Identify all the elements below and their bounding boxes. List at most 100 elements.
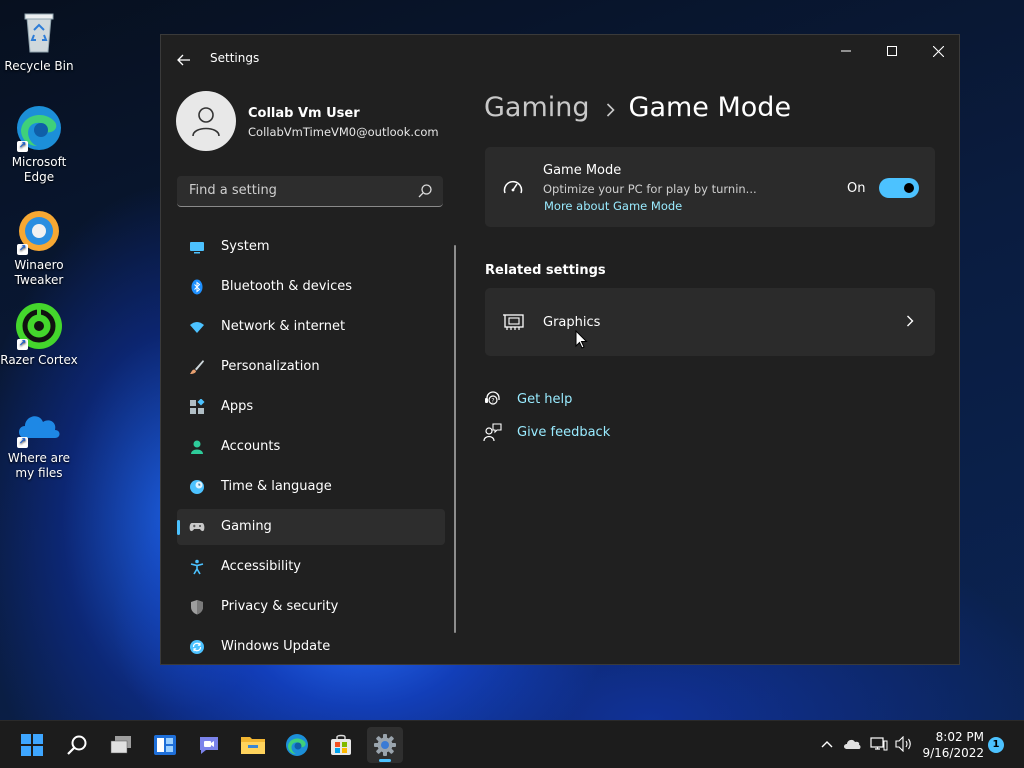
- show-hidden-icons-button[interactable]: [818, 735, 836, 753]
- speaker-icon: [895, 736, 911, 752]
- desktop-icon-razer-cortex[interactable]: ↗ Razer Cortex: [0, 302, 78, 368]
- desktop-icon-label: Winaero Tweaker: [14, 258, 64, 287]
- graphics-settings-card[interactable]: Graphics: [485, 288, 935, 356]
- globe-clock-icon: [190, 480, 204, 494]
- sidebar-nav: System Bluetooth & devices Network & int…: [177, 229, 445, 664]
- sidebar-item-privacy-security[interactable]: Privacy & security: [177, 589, 445, 625]
- sidebar-item-label: Windows Update: [221, 639, 331, 654]
- task-view-button[interactable]: [103, 727, 139, 763]
- onedrive-cloud-icon: ↗: [15, 400, 63, 448]
- taskbar-clock[interactable]: 8:02 PM 9/16/2022: [920, 729, 984, 761]
- close-icon: [932, 45, 944, 57]
- sidebar-item-label: Accounts: [221, 439, 281, 454]
- sidebar-item-apps[interactable]: Apps: [177, 389, 445, 425]
- get-help-link[interactable]: ? Get help: [483, 389, 572, 409]
- window-title: Settings: [210, 51, 260, 65]
- onedrive-tray-button[interactable]: [843, 735, 861, 753]
- breadcrumb-parent-gaming[interactable]: Gaming: [484, 92, 590, 123]
- game-mode-toggle[interactable]: [879, 178, 919, 198]
- start-button[interactable]: [14, 727, 50, 763]
- desktop-icon-label: Recycle Bin: [4, 59, 74, 73]
- store-bag-icon: [331, 734, 351, 755]
- sidebar-item-network[interactable]: Network & internet: [177, 309, 445, 345]
- chevron-up-icon: [821, 741, 833, 748]
- sidebar-item-label: Bluetooth & devices: [221, 279, 352, 294]
- sidebar-item-personalization[interactable]: Personalization: [177, 349, 445, 385]
- close-button[interactable]: [915, 35, 959, 67]
- avatar[interactable]: [176, 91, 236, 151]
- desktop-icon-label: Razer Cortex: [0, 353, 78, 367]
- sidebar-scrollbar[interactable]: [454, 245, 456, 633]
- sidebar-item-accessibility[interactable]: Accessibility: [177, 549, 445, 585]
- give-feedback-link[interactable]: Give feedback: [483, 422, 610, 442]
- desktop-icon-recycle-bin[interactable]: Recycle Bin: [0, 8, 78, 74]
- toggle-state-label: On: [847, 181, 866, 196]
- sidebar-item-label: Time & language: [221, 479, 332, 494]
- sidebar-item-label: Gaming: [221, 519, 272, 534]
- widgets-icon: [154, 735, 176, 755]
- volume-tray-button[interactable]: [895, 735, 913, 753]
- file-explorer-button[interactable]: [235, 727, 271, 763]
- breadcrumb: Gaming Game Mode: [484, 92, 791, 124]
- sidebar-item-bluetooth[interactable]: Bluetooth & devices: [177, 269, 445, 305]
- sidebar-item-system[interactable]: System: [177, 229, 445, 265]
- teams-chat-icon: [200, 737, 218, 754]
- search-box[interactable]: [177, 176, 443, 207]
- clock-date: 9/16/2022: [922, 746, 984, 760]
- title-bar[interactable]: Settings: [161, 35, 959, 83]
- settings-taskbar-button[interactable]: [367, 727, 403, 763]
- sidebar-item-windows-update[interactable]: Windows Update: [177, 629, 445, 664]
- widgets-button[interactable]: [147, 727, 183, 763]
- shortcut-arrow-icon: ↗: [17, 339, 28, 350]
- cloud-icon: [844, 739, 861, 749]
- sidebar-item-gaming[interactable]: Gaming: [177, 509, 445, 545]
- settings-window: Settings Collab Vm User CollabVmTimeVM0@…: [160, 34, 960, 665]
- notification-badge[interactable]: 1: [988, 737, 1004, 753]
- sidebar-item-time-language[interactable]: Time & language: [177, 469, 445, 505]
- chevron-right-icon: [907, 315, 914, 327]
- more-about-game-mode-link[interactable]: More about Game Mode: [544, 199, 682, 213]
- edge-button[interactable]: [279, 727, 315, 763]
- task-view-icon: [110, 736, 131, 754]
- network-monitor-icon: [870, 737, 888, 751]
- desktop-icon-onedrive[interactable]: ↗ Where are my files: [0, 400, 78, 481]
- winaero-tweaker-icon: ↗: [15, 207, 63, 255]
- back-button[interactable]: [171, 47, 197, 73]
- desktop-icon-edge[interactable]: ↗ Microsoft Edge: [0, 104, 78, 185]
- search-input[interactable]: [187, 182, 411, 199]
- store-button[interactable]: [323, 727, 359, 763]
- search-icon[interactable]: [417, 183, 433, 199]
- graphics-card-icon: [503, 314, 524, 330]
- apps-icon: [190, 399, 205, 414]
- svg-text:?: ?: [491, 398, 494, 405]
- brush-icon: [190, 360, 204, 374]
- game-mode-card: Game Mode Optimize your PC for play by t…: [485, 147, 935, 227]
- profile-name: Collab Vm User: [248, 106, 360, 121]
- sidebar-item-accounts[interactable]: Accounts: [177, 429, 445, 465]
- sidebar-item-label: Personalization: [221, 359, 320, 374]
- search-button[interactable]: [59, 727, 95, 763]
- desktop-icon-winaero-tweaker[interactable]: ↗ Winaero Tweaker: [0, 207, 78, 288]
- mouse-cursor-icon: [575, 330, 588, 349]
- edge-icon: ↗: [15, 104, 63, 152]
- sidebar-item-label: Accessibility: [221, 559, 301, 574]
- sidebar-item-label: Apps: [221, 399, 254, 414]
- graphics-label: Graphics: [543, 315, 601, 330]
- minimize-button[interactable]: [823, 35, 869, 67]
- windows-logo-icon: [21, 734, 43, 756]
- shield-icon: [191, 600, 203, 615]
- maximize-button[interactable]: [869, 35, 915, 67]
- feedback-icon: [483, 423, 502, 442]
- chat-button[interactable]: [191, 727, 227, 763]
- taskbar: 8:02 PM 9/16/2022 1: [0, 720, 1024, 768]
- game-mode-title: Game Mode: [543, 163, 622, 178]
- network-tray-button[interactable]: [870, 735, 888, 753]
- accessibility-icon: [190, 559, 204, 575]
- shortcut-arrow-icon: ↗: [17, 244, 28, 255]
- desktop-icon-label: Microsoft Edge: [11, 155, 67, 184]
- shortcut-arrow-icon: ↗: [17, 141, 28, 152]
- update-icon: [190, 640, 204, 654]
- sidebar-item-label: System: [221, 239, 270, 254]
- razer-cortex-icon: ↗: [15, 302, 63, 350]
- minimize-icon: [841, 50, 851, 52]
